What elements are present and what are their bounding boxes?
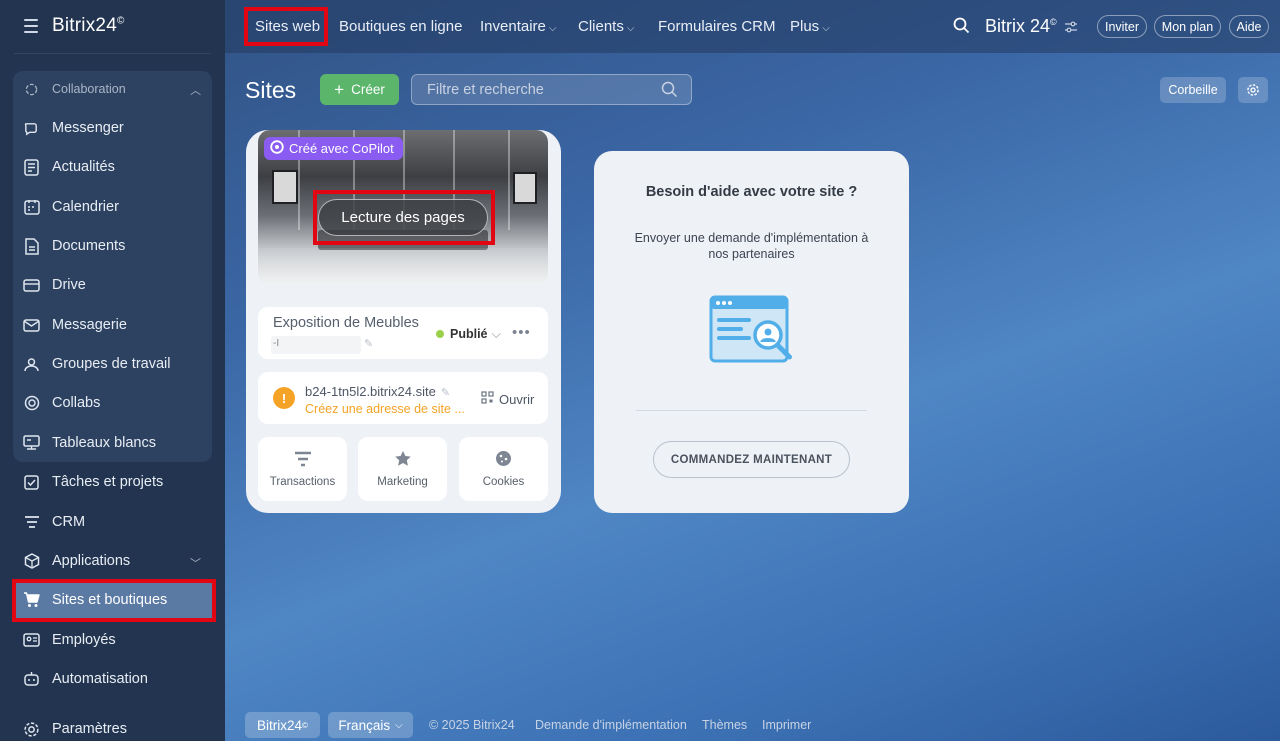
qr-code-icon (481, 391, 494, 407)
crm-icon (23, 514, 40, 531)
nav-formulaires-crm[interactable]: Formulaires CRM (658, 18, 776, 35)
create-button[interactable]: + Créer (320, 74, 399, 105)
sidebar-group-collaboration[interactable]: Collaboration ︿ (0, 71, 225, 107)
sidebar-item-groupes[interactable]: Groupes de travail (0, 346, 225, 382)
trash-button[interactable]: Corbeille (1160, 77, 1226, 103)
search-icon (661, 81, 678, 102)
sidebar-item-messenger[interactable]: Messenger (0, 110, 225, 146)
sidebar-item-messagerie[interactable]: Messagerie (0, 307, 225, 343)
status-published-dot (436, 330, 444, 338)
sidebar-item-drive[interactable]: Drive (0, 267, 225, 303)
nav-inventaire[interactable]: Inventaire ⌵ (480, 18, 556, 35)
messenger-icon (23, 120, 40, 137)
more-options-icon[interactable]: ••• (512, 324, 531, 341)
sidebar-item-employes[interactable]: Employés (0, 622, 225, 658)
invite-button[interactable]: Inviter (1097, 15, 1147, 38)
help-title: Besoin d'aide avec votre site ? (645, 184, 858, 200)
sidebar-item-tableaux-blancs[interactable]: Tableaux blancs (0, 425, 225, 461)
nav-clients[interactable]: Clients ⌵ (578, 18, 634, 35)
star-icon (394, 450, 412, 470)
settings-sliders-icon[interactable] (1064, 20, 1078, 38)
tasks-icon (23, 474, 40, 491)
page-title: Sites (245, 77, 297, 103)
copilot-badge: Créé avec CoPilot (264, 137, 403, 160)
sidebar-item-sites-boutiques[interactable]: Sites et boutiques (0, 582, 225, 618)
edit-pencil-icon[interactable]: ✎ (364, 337, 373, 350)
help-text: Envoyer une demande d'implémentation à n… (634, 231, 869, 261)
sidebar: Bitrix24© Collaboration ︿ Messenger Actu… (0, 0, 225, 741)
brand-logo[interactable]: Bitrix 24© (985, 16, 1057, 37)
mail-icon (23, 317, 40, 334)
help-button[interactable]: Aide (1229, 15, 1269, 38)
document-icon (23, 237, 40, 255)
plan-button[interactable]: Mon plan (1154, 15, 1221, 38)
groups-icon (23, 356, 40, 373)
preview-pages-button[interactable]: Lecture des pages (318, 199, 488, 236)
employees-icon (23, 632, 40, 649)
cookie-icon (495, 450, 512, 470)
sidebar-item-calendrier[interactable]: Calendrier (0, 189, 225, 225)
cart-icon (23, 592, 40, 609)
chevron-down-icon: ⌵ (822, 23, 830, 34)
nav-sites-web[interactable]: Sites web (255, 18, 320, 35)
gear-icon[interactable] (1238, 77, 1268, 103)
site-name[interactable]: Exposition de Meubles (273, 315, 419, 331)
sidebar-item-automatisation[interactable]: Automatisation (0, 661, 225, 697)
copilot-icon (270, 140, 284, 157)
order-now-button[interactable]: COMMANDEZ MAINTENANT (653, 441, 850, 478)
chevron-down-icon: ⌵ (626, 23, 635, 34)
automation-icon (23, 671, 40, 688)
whiteboard-icon (23, 435, 40, 452)
status-dropdown[interactable]: Publié ⌵ (450, 327, 501, 342)
chevron-up-icon: ︿ (190, 85, 201, 97)
news-icon (23, 158, 40, 176)
sidebar-divider (14, 53, 211, 54)
open-site-button[interactable]: Ouvrir (481, 391, 534, 407)
footer-copyright: © 2025 Bitrix24 (429, 718, 515, 732)
edit-pencil-icon[interactable]: ✎ (441, 387, 450, 399)
domain-hint-link[interactable]: Créez une adresse de site ... (305, 402, 465, 416)
footer-link-implementation[interactable]: Demande d'implémentation (535, 718, 687, 732)
settings-icon (23, 721, 40, 738)
chevron-down-icon: ﹀ (190, 558, 201, 570)
web-search-illustration-icon (709, 295, 794, 370)
collaboration-icon (23, 81, 40, 98)
sidebar-item-crm[interactable]: CRM (0, 504, 225, 540)
warning-icon: ! (273, 387, 295, 409)
sidebar-item-parametres[interactable]: Paramètres (0, 711, 225, 741)
applications-icon (23, 553, 40, 570)
site-subtitle-redacted: -I (271, 336, 361, 354)
search-icon[interactable] (953, 17, 970, 39)
help-divider (636, 410, 867, 411)
tile-transactions[interactable]: Transactions (258, 437, 347, 501)
search-input[interactable]: Filtre et recherche (411, 74, 692, 105)
tile-cookies[interactable]: Cookies (459, 437, 548, 501)
language-selector[interactable]: Français ⌵ (328, 712, 413, 738)
sidebar-item-actualites[interactable]: Actualités (0, 149, 225, 185)
drive-icon (23, 277, 40, 294)
calendar-icon (23, 199, 40, 216)
footer-link-print[interactable]: Imprimer (762, 718, 811, 732)
tile-marketing[interactable]: Marketing (358, 437, 447, 501)
chevron-down-icon: ⌵ (395, 719, 403, 731)
nav-plus[interactable]: Plus ⌵ (790, 18, 830, 35)
sidebar-item-collabs[interactable]: Collabs (0, 385, 225, 421)
chevron-down-icon: ⌵ (491, 327, 501, 341)
footer-link-themes[interactable]: Thèmes (702, 718, 747, 732)
sidebar-item-documents[interactable]: Documents (0, 228, 225, 264)
site-domain[interactable]: b24-1tn5l2.bitrix24.site ✎ (305, 384, 450, 399)
chevron-down-icon: ⌵ (548, 23, 557, 34)
sidebar-item-applications[interactable]: Applications ﹀ (0, 543, 225, 579)
sidebar-item-taches[interactable]: Tâches et projets (0, 464, 225, 500)
menu-icon[interactable] (24, 19, 38, 33)
plus-icon: + (334, 80, 345, 99)
footer-brand-button[interactable]: Bitrix24 © (245, 712, 320, 738)
app-logo[interactable]: Bitrix24© (52, 15, 125, 37)
funnel-icon (294, 451, 312, 470)
collabs-icon (23, 395, 40, 412)
nav-boutiques-en-ligne[interactable]: Boutiques en ligne (339, 18, 462, 35)
